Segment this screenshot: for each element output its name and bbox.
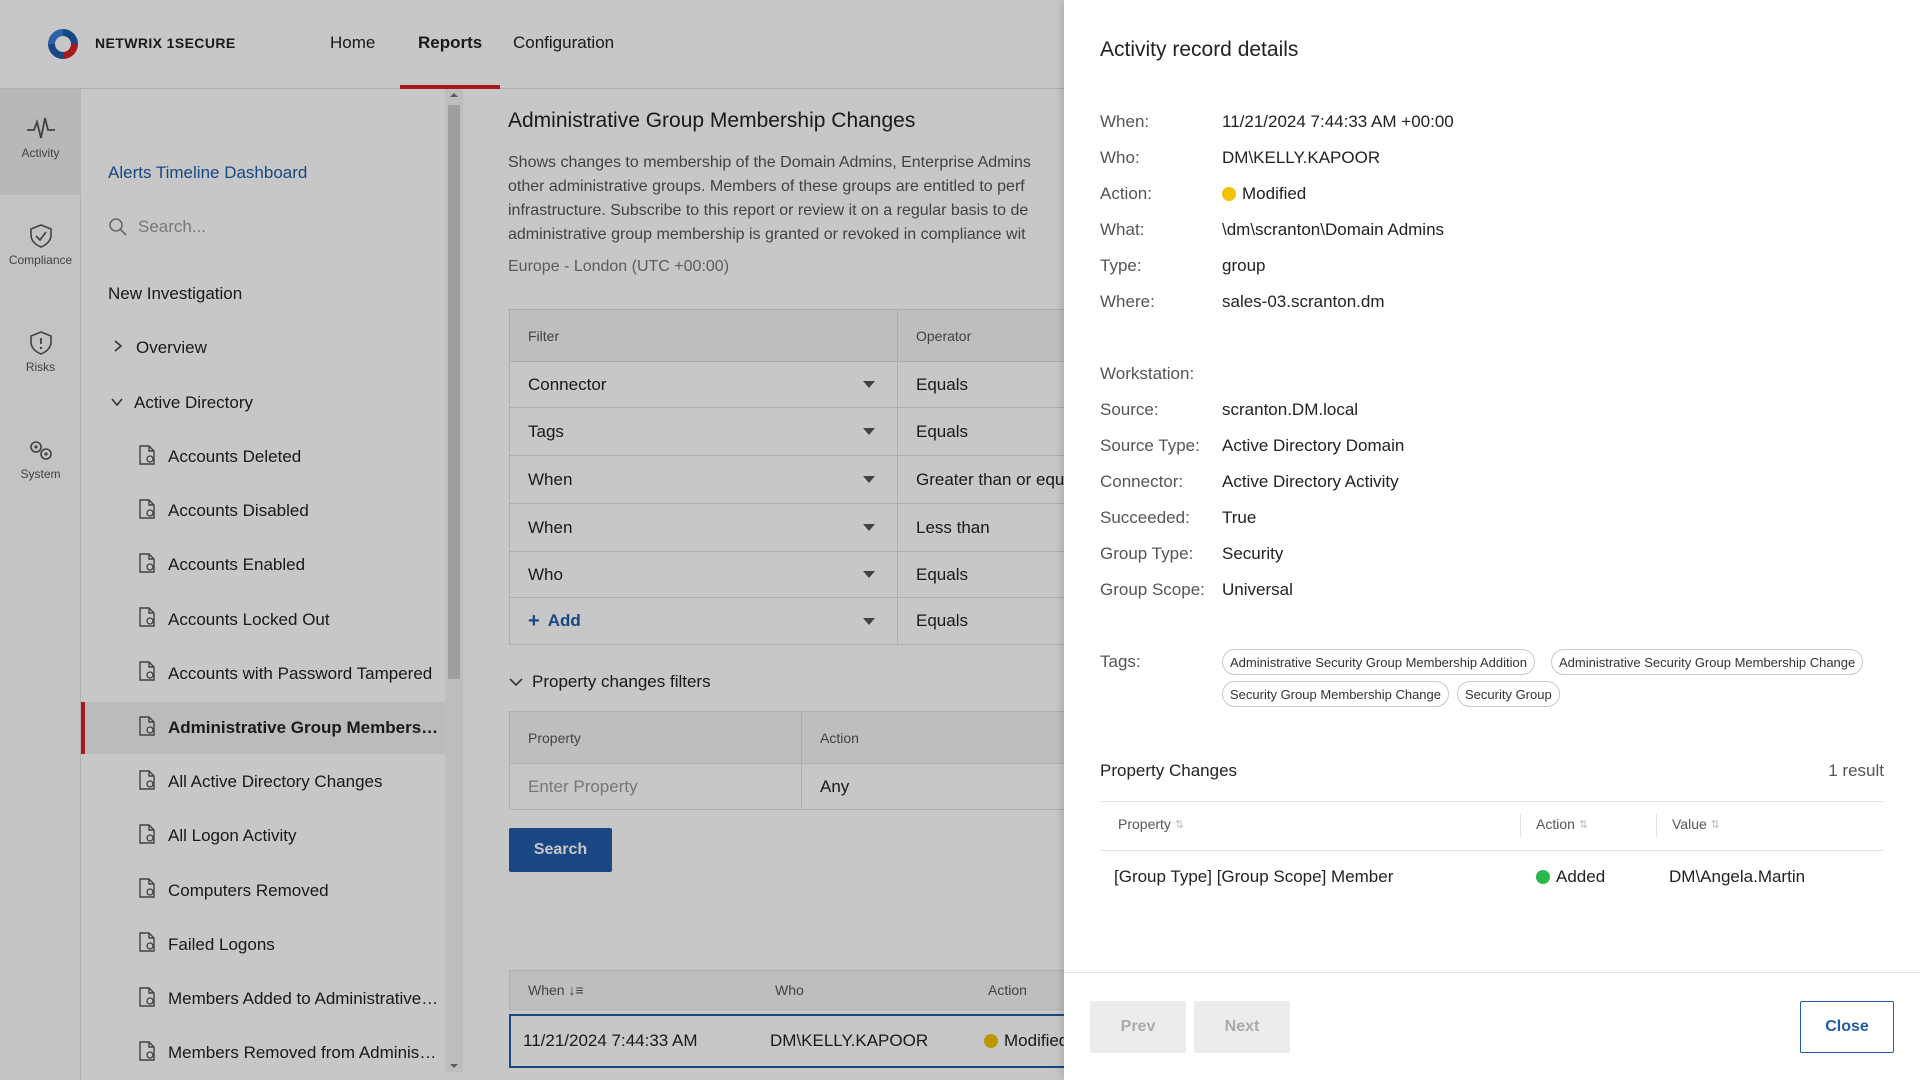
field-label: Source Type: [1100,436,1200,455]
property-changes-title: Property Changes [1100,761,1238,780]
field-label: Where: [1100,292,1155,311]
field-value: sales-03.scranton.dm [1222,292,1385,311]
field-label: Group Scope: [1100,580,1205,599]
field-label: Succeeded: [1100,508,1190,527]
tag-chip[interactable]: Administrative Security Group Membership… [1551,649,1864,675]
field-value: Security [1222,544,1284,563]
panel-footer: Prev Next Close [1064,972,1920,1080]
change-action: Added [1536,867,1605,887]
col-label: Property [1118,816,1171,832]
property-changes-count: 1 result [1828,761,1884,780]
field-label: Group Type: [1100,544,1194,563]
action-value: Modified [1242,184,1307,203]
field-label: Who: [1100,148,1140,167]
property-changes-table: Property ⇅ Action ⇅ Value ⇅ [Group Type] [G… [1100,801,1884,909]
status-dot [1536,870,1550,884]
field-value: 11/21/2024 7:44:33 AM +00:00 [1222,112,1454,131]
field-value: Active Directory Domain [1222,436,1405,455]
panel-title: Activity record details [1100,38,1299,61]
change-value: DM\Angela.Martin [1669,867,1806,886]
sort-icon: ⇅ [1578,818,1589,831]
field-value: DM\KELLY.KAPOOR [1222,148,1381,167]
prev-button[interactable]: Prev [1090,1001,1186,1053]
col-action[interactable]: Action ⇅ [1536,816,1588,832]
field-label: Type: [1100,256,1142,275]
field-label: What: [1100,220,1145,239]
close-button[interactable]: Close [1800,1001,1894,1053]
field-value: group [1222,256,1266,275]
field-value: True [1222,508,1257,527]
col-value[interactable]: Value ⇅ [1672,816,1720,832]
field-label: Source: [1100,400,1159,419]
field-label: Workstation: [1100,364,1195,383]
tag-chip[interactable]: Administrative Security Group Membership… [1222,649,1535,675]
field-label: Connector: [1100,472,1184,491]
column-divider [1520,814,1521,838]
change-action-label: Added [1556,867,1606,886]
change-property: [Group Type] [Group Scope] Member [1114,867,1394,886]
tag-chip[interactable]: Security Group [1457,681,1560,707]
col-label: Action [1536,816,1575,832]
next-button[interactable]: Next [1194,1001,1290,1053]
tag-chip[interactable]: Security Group Membership Change [1222,681,1449,707]
modal-backdrop[interactable] [0,0,1064,1080]
field-value: scranton.DM.local [1222,400,1359,419]
status-dot [1222,187,1236,201]
field-value: Active Directory Activity [1222,472,1399,491]
field-label: When: [1100,112,1150,131]
col-label: Value [1672,816,1707,832]
tags-label: Tags: [1100,652,1141,671]
sort-icon: ⇅ [1710,818,1720,831]
field-value: Modified [1222,184,1306,204]
col-property[interactable]: Property ⇅ [1118,816,1184,832]
sort-icon: ⇅ [1174,818,1185,831]
column-divider [1656,814,1657,838]
header-divider [1100,850,1884,851]
activity-record-details-panel: Activity record details When: 11/21/2024 … [1064,0,1920,1080]
field-value: \dm\scranton\Domain Admins [1222,220,1445,239]
field-value: Universal [1222,580,1293,599]
field-label: Action: [1100,184,1152,203]
